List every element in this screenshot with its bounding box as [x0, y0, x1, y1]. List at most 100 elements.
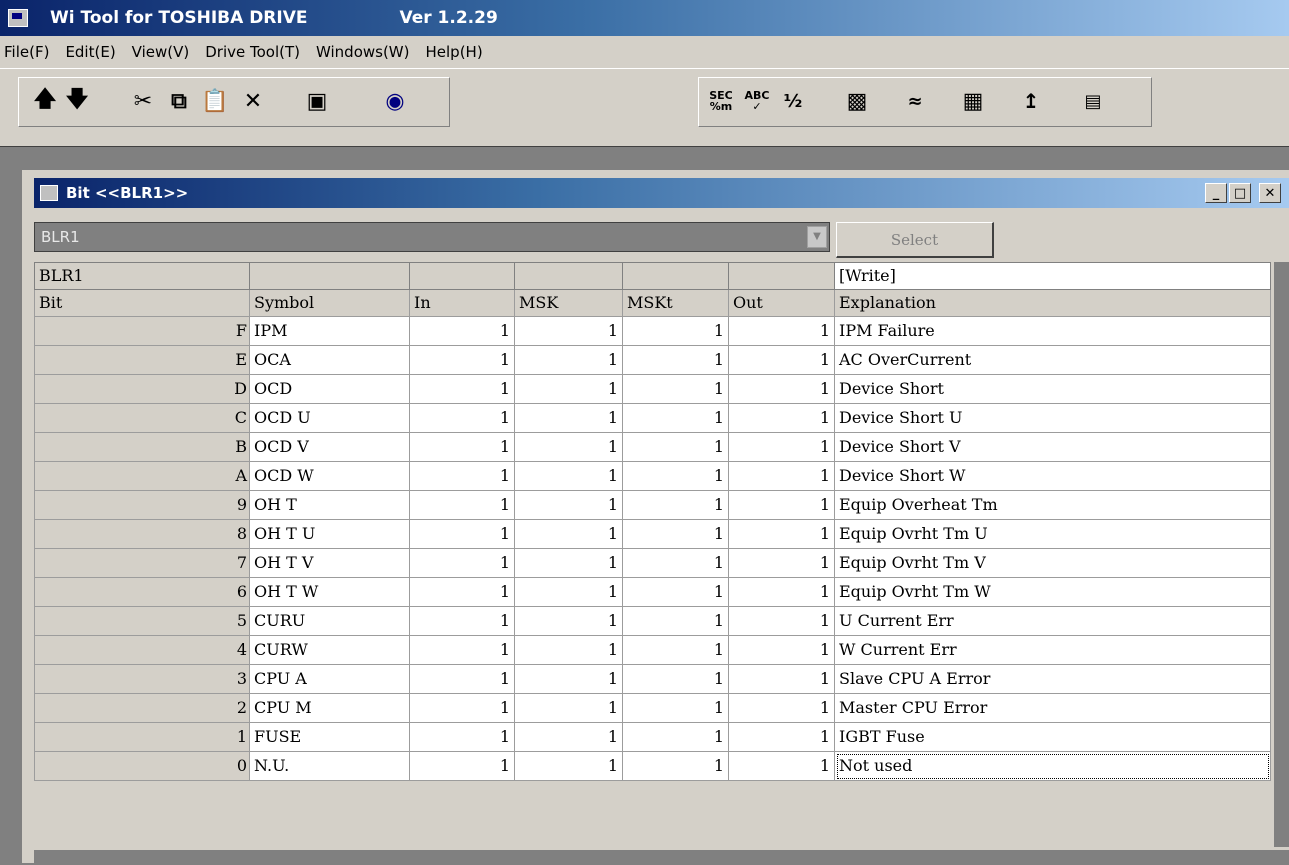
monitor-eye-icon[interactable]: ◉ [379, 84, 411, 118]
explanation-cell[interactable]: Device Short [834, 374, 1271, 404]
mskt-cell[interactable]: 1 [622, 577, 729, 607]
in-cell[interactable]: 1 [409, 548, 515, 578]
out-cell[interactable]: 1 [728, 693, 835, 723]
mskt-cell[interactable]: 1 [622, 490, 729, 520]
in-cell[interactable]: 1 [409, 577, 515, 607]
column-header-symbol[interactable]: Symbol [249, 289, 410, 317]
explanation-cell[interactable]: AC OverCurrent [834, 345, 1271, 375]
msk-cell[interactable]: 1 [514, 577, 623, 607]
explanation-cell[interactable]: Not used [834, 751, 1271, 781]
column-header-out[interactable]: Out [728, 289, 835, 317]
msk-cell[interactable]: 1 [514, 432, 623, 462]
paste-icon[interactable]: 📋 [199, 84, 231, 118]
arrow-up-icon[interactable]: 🡅 [29, 84, 61, 118]
minimize-icon[interactable]: _ [1205, 183, 1227, 203]
symbol-cell[interactable]: CURW [249, 635, 410, 665]
msk-cell[interactable]: 1 [514, 635, 623, 665]
bit-cell[interactable]: 1 [34, 722, 250, 752]
symbol-cell[interactable]: OCD V [249, 432, 410, 462]
properties-icon[interactable]: ▣ [301, 84, 333, 118]
table-row[interactable]: A OCD W 1 1 1 1 Device Short W [34, 461, 1271, 491]
bit-cell[interactable]: B [34, 432, 250, 462]
table-row[interactable]: 9 OH T 1 1 1 1 Equip Overheat Tm [34, 490, 1271, 520]
bit-cell[interactable]: A [34, 461, 250, 491]
explanation-cell[interactable]: Equip Ovrht Tm W [834, 577, 1271, 607]
mskt-cell[interactable]: 1 [622, 693, 729, 723]
column-header-in[interactable]: In [409, 289, 515, 317]
table-row[interactable]: 7 OH T V 1 1 1 1 Equip Ovrht Tm V [34, 548, 1271, 578]
out-cell[interactable]: 1 [728, 751, 835, 781]
msk-cell[interactable]: 1 [514, 722, 623, 752]
fraction-icon[interactable]: ½ [777, 84, 809, 118]
msk-cell[interactable]: 1 [514, 519, 623, 549]
symbol-cell[interactable]: N.U. [249, 751, 410, 781]
explanation-cell[interactable]: Equip Ovrht Tm V [834, 548, 1271, 578]
in-cell[interactable]: 1 [409, 316, 515, 346]
mskt-cell[interactable]: 1 [622, 519, 729, 549]
column-header-explanation[interactable]: Explanation [834, 289, 1271, 317]
table-row[interactable]: E OCA 1 1 1 1 AC OverCurrent [34, 345, 1271, 375]
save-disk-icon[interactable]: ▩ [841, 84, 873, 118]
table-row[interactable]: 6 OH T W 1 1 1 1 Equip Ovrht Tm W [34, 577, 1271, 607]
close-icon[interactable]: ✕ [1259, 183, 1281, 203]
mskt-cell[interactable]: 1 [622, 635, 729, 665]
mskt-cell[interactable]: 1 [622, 606, 729, 636]
menu-edit[interactable]: Edit(E) [57, 36, 123, 68]
symbol-cell[interactable]: FUSE [249, 722, 410, 752]
in-cell[interactable]: 1 [409, 519, 515, 549]
mskt-cell[interactable]: 1 [622, 374, 729, 404]
explanation-cell[interactable]: Equip Overheat Tm [834, 490, 1271, 520]
out-cell[interactable]: 1 [728, 490, 835, 520]
symbol-cell[interactable]: OH T W [249, 577, 410, 607]
table-row[interactable]: D OCD 1 1 1 1 Device Short [34, 374, 1271, 404]
bit-cell[interactable]: 3 [34, 664, 250, 694]
folder-icon[interactable]: ▦ [957, 84, 989, 118]
symbol-cell[interactable]: OCA [249, 345, 410, 375]
in-cell[interactable]: 1 [409, 693, 515, 723]
msk-cell[interactable]: 1 [514, 751, 623, 781]
symbol-cell[interactable]: CPU M [249, 693, 410, 723]
bit-cell[interactable]: E [34, 345, 250, 375]
explanation-cell[interactable]: Device Short U [834, 403, 1271, 433]
mskt-cell[interactable]: 1 [622, 432, 729, 462]
symbol-cell[interactable]: OH T U [249, 519, 410, 549]
symbol-cell[interactable]: CPU A [249, 664, 410, 694]
cut-icon[interactable]: ✂ [127, 84, 159, 118]
msk-cell[interactable]: 1 [514, 316, 623, 346]
menu-windows[interactable]: Windows(W) [308, 36, 418, 68]
table-row[interactable]: 8 OH T U 1 1 1 1 Equip Ovrht Tm U [34, 519, 1271, 549]
explanation-cell[interactable]: Device Short W [834, 461, 1271, 491]
symbol-cell[interactable]: OCD W [249, 461, 410, 491]
msk-cell[interactable]: 1 [514, 374, 623, 404]
out-cell[interactable]: 1 [728, 316, 835, 346]
sec-icon[interactable]: SEC %m [705, 84, 737, 118]
maximize-icon[interactable]: □ [1229, 183, 1251, 203]
msk-cell[interactable]: 1 [514, 548, 623, 578]
out-cell[interactable]: 1 [728, 577, 835, 607]
out-cell[interactable]: 1 [728, 722, 835, 752]
table-row[interactable]: 1 FUSE 1 1 1 1 IGBT Fuse [34, 722, 1271, 752]
menu-drive-tool[interactable]: Drive Tool(T) [197, 36, 308, 68]
table-row[interactable]: 0 N.U. 1 1 1 1 Not used [34, 751, 1271, 781]
bit-window-title-bar[interactable]: Bit <<BLR1>> _ □ ✕ [34, 178, 1289, 208]
table-row[interactable]: F IPM 1 1 1 1 IPM Failure [34, 316, 1271, 346]
table-row[interactable]: 2 CPU M 1 1 1 1 Master CPU Error [34, 693, 1271, 723]
symbol-cell[interactable]: CURU [249, 606, 410, 636]
copy-icon[interactable]: ⧉ [163, 84, 195, 118]
out-cell[interactable]: 1 [728, 461, 835, 491]
in-cell[interactable]: 1 [409, 432, 515, 462]
out-cell[interactable]: 1 [728, 374, 835, 404]
out-cell[interactable]: 1 [728, 519, 835, 549]
menu-help[interactable]: Help(H) [418, 36, 491, 68]
bit-cell[interactable]: F [34, 316, 250, 346]
mskt-cell[interactable]: 1 [622, 345, 729, 375]
msk-cell[interactable]: 1 [514, 345, 623, 375]
bit-cell[interactable]: 5 [34, 606, 250, 636]
bit-cell[interactable]: 0 [34, 751, 250, 781]
in-cell[interactable]: 1 [409, 635, 515, 665]
msk-cell[interactable]: 1 [514, 606, 623, 636]
in-cell[interactable]: 1 [409, 606, 515, 636]
out-cell[interactable]: 1 [728, 606, 835, 636]
mskt-cell[interactable]: 1 [622, 722, 729, 752]
chevron-down-icon[interactable]: ▼ [807, 226, 827, 248]
